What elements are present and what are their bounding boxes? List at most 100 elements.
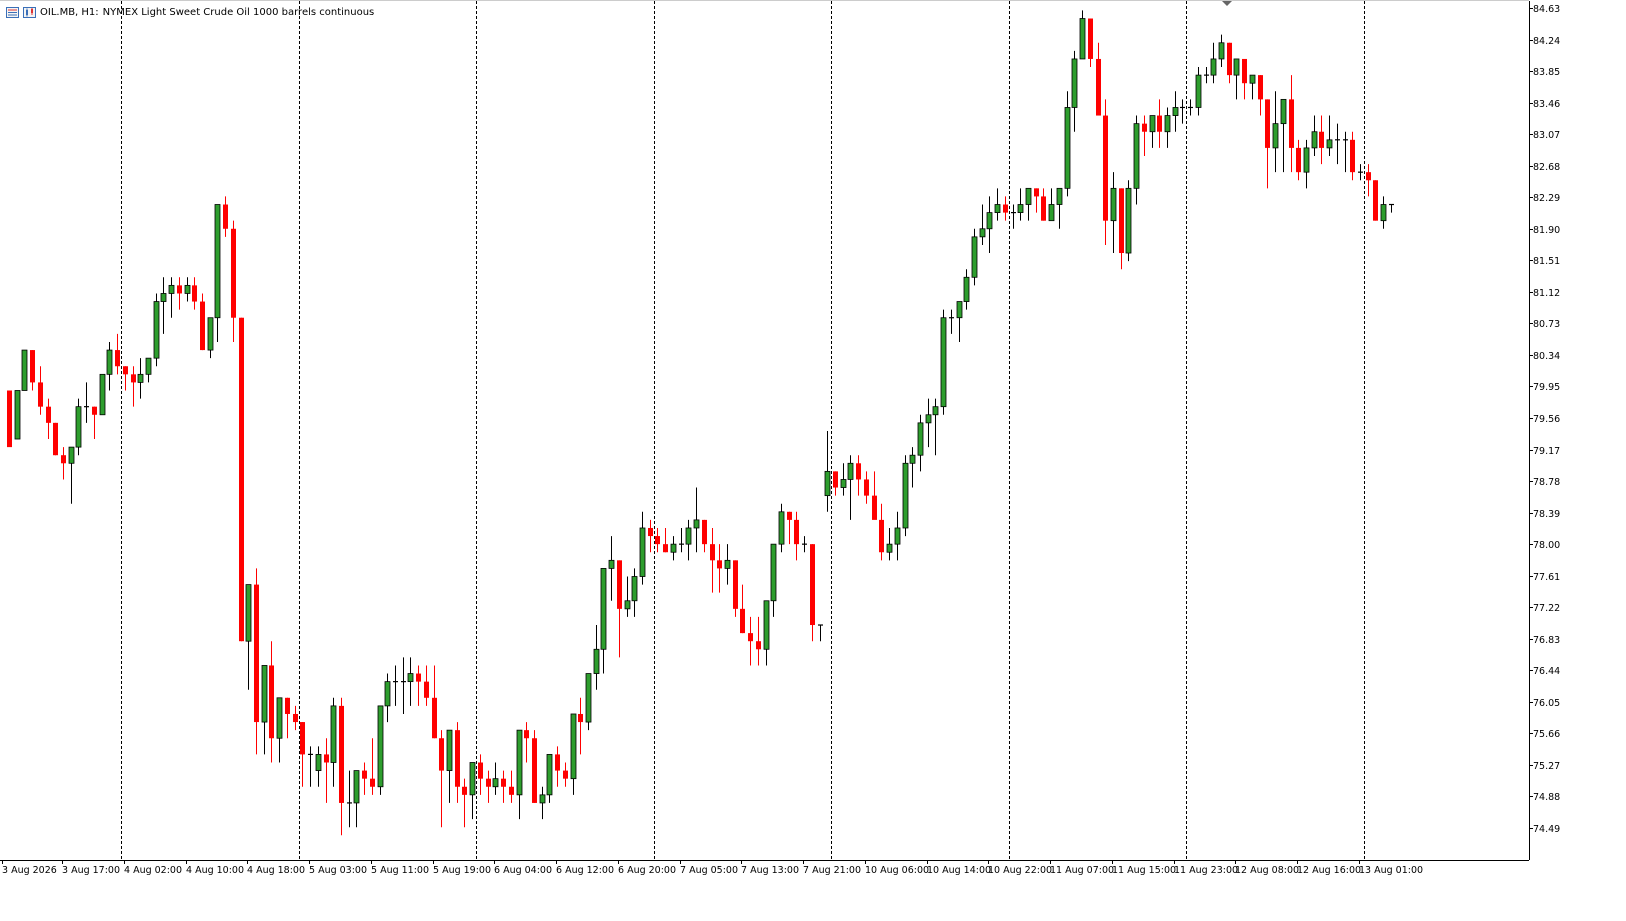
- candle: [99, 373, 106, 416]
- candle-body-bear: [501, 778, 506, 787]
- candle-body-bear: [269, 665, 274, 739]
- price-tick-label: 76.83: [1533, 635, 1560, 646]
- candle-body-bear: [439, 738, 444, 771]
- candle: [1242, 58, 1247, 100]
- candle: [131, 366, 136, 407]
- candle: [1326, 115, 1333, 156]
- candle: [192, 277, 197, 310]
- candle: [416, 665, 421, 706]
- candle: [269, 641, 274, 763]
- candle-body-bear: [733, 560, 738, 609]
- chart-area[interactable]: 84.63 84.24 83.85 83.46 83.07 82.68 82.29 81.90…: [0, 0, 1626, 917]
- candle-body-bull: [1056, 187, 1063, 205]
- candle-body-bear: [702, 519, 707, 545]
- candle-body-bear: [1103, 115, 1108, 221]
- price-tick-label: 83.07: [1533, 130, 1560, 141]
- candle-body-bull: [1249, 74, 1256, 84]
- candle-body-bull: [1311, 131, 1318, 149]
- candle-body-bear: [532, 738, 537, 803]
- candle-body-bear: [879, 519, 884, 553]
- candle-body-bear: [524, 730, 529, 739]
- candle-body-bear: [1258, 75, 1263, 100]
- candle-body-bear: [1319, 131, 1324, 148]
- candle-body-bull: [14, 390, 21, 440]
- candle-body-bull: [909, 454, 916, 464]
- menu-icon[interactable]: [6, 6, 19, 18]
- candle: [1280, 98, 1287, 173]
- time-tick-label: 12 Aug 08:00: [1235, 865, 1299, 876]
- time-tick-label: 10 Aug 22:00: [988, 865, 1052, 876]
- candle-body-bull: [137, 373, 144, 383]
- candle-body-bear: [300, 722, 305, 755]
- price-tick-label: 81.90: [1533, 225, 1560, 236]
- time-tick-label: 11 Aug 07:00: [1050, 865, 1114, 876]
- candle-body-bull: [608, 559, 615, 569]
- candle: [1272, 91, 1279, 173]
- candle-body-bear: [38, 382, 43, 407]
- candle: [315, 746, 322, 787]
- candle-body-bear: [432, 697, 437, 739]
- candle-body-bull: [377, 705, 384, 788]
- price-tick-label: 78.00: [1533, 540, 1560, 551]
- time-axis[interactable]: 3 Aug 2026 3 Aug 17:00 4 Aug 02:00 4 Aug 10…: [2, 860, 1423, 876]
- candle-body-bear: [362, 770, 367, 779]
- candle: [872, 471, 877, 520]
- candle-body-bear: [239, 317, 244, 642]
- candle-body-bear: [710, 544, 715, 561]
- price-tick-label: 77.61: [1533, 572, 1560, 583]
- candle: [894, 511, 901, 561]
- candle: [486, 770, 491, 803]
- candle: [1380, 196, 1387, 229]
- candle: [1319, 115, 1324, 165]
- day-separators: [121, 1, 1365, 860]
- candle: [478, 754, 483, 795]
- candle: [160, 277, 167, 334]
- candle-body-bear: [717, 560, 722, 569]
- candle: [1204, 67, 1209, 84]
- candle-body-bear: [756, 641, 761, 650]
- candle-body-bull: [1326, 139, 1333, 149]
- candle: [1011, 204, 1016, 229]
- candle-body-bull: [168, 284, 175, 294]
- candle: [802, 536, 807, 553]
- candle: [608, 536, 615, 601]
- price-tick-label: 76.44: [1533, 666, 1560, 677]
- candle: [1343, 131, 1348, 173]
- candle: [1233, 58, 1240, 100]
- candle-body-bear: [1096, 58, 1101, 116]
- candle-body-bull: [1079, 18, 1086, 60]
- candle-body-bear: [864, 479, 869, 496]
- candle-body-bear: [486, 778, 491, 787]
- candle: [1041, 188, 1046, 221]
- candle-body-bull: [631, 576, 638, 602]
- candle-body-bear: [1142, 123, 1147, 132]
- candlestick-chart[interactable]: 84.63 84.24 83.85 83.46 83.07 82.68 82.29 81.90…: [0, 0, 1626, 917]
- candle: [940, 309, 947, 415]
- candle: [648, 519, 653, 553]
- candle: [886, 527, 893, 561]
- candle: [1172, 91, 1179, 132]
- candle: [347, 770, 352, 828]
- candle-body-bear: [416, 673, 421, 682]
- candle-body-bull: [1110, 187, 1117, 222]
- candle: [168, 277, 175, 318]
- candle-body-bull: [1125, 187, 1132, 254]
- candle: [763, 600, 770, 666]
- candle-body-bull: [516, 729, 523, 796]
- price-axis[interactable]: 84.63 84.24 83.85 83.46 83.07 82.68 82.29 81.90…: [1529, 4, 1560, 835]
- candle: [1017, 188, 1024, 221]
- time-tick-label: 7 Aug 05:00: [680, 865, 738, 876]
- candle: [963, 269, 970, 310]
- candle: [979, 204, 986, 245]
- candle: [509, 770, 514, 803]
- candle-body-bull: [963, 276, 970, 302]
- candle: [492, 762, 499, 795]
- chart-type-icon[interactable]: [23, 6, 36, 18]
- price-tick-label: 75.27: [1533, 761, 1560, 772]
- candle: [810, 544, 815, 642]
- candle-body-bull: [925, 414, 932, 424]
- candle: [115, 333, 120, 375]
- time-tick-label: 6 Aug 20:00: [618, 865, 676, 876]
- candle: [902, 455, 909, 537]
- candle-body-bear: [663, 544, 668, 553]
